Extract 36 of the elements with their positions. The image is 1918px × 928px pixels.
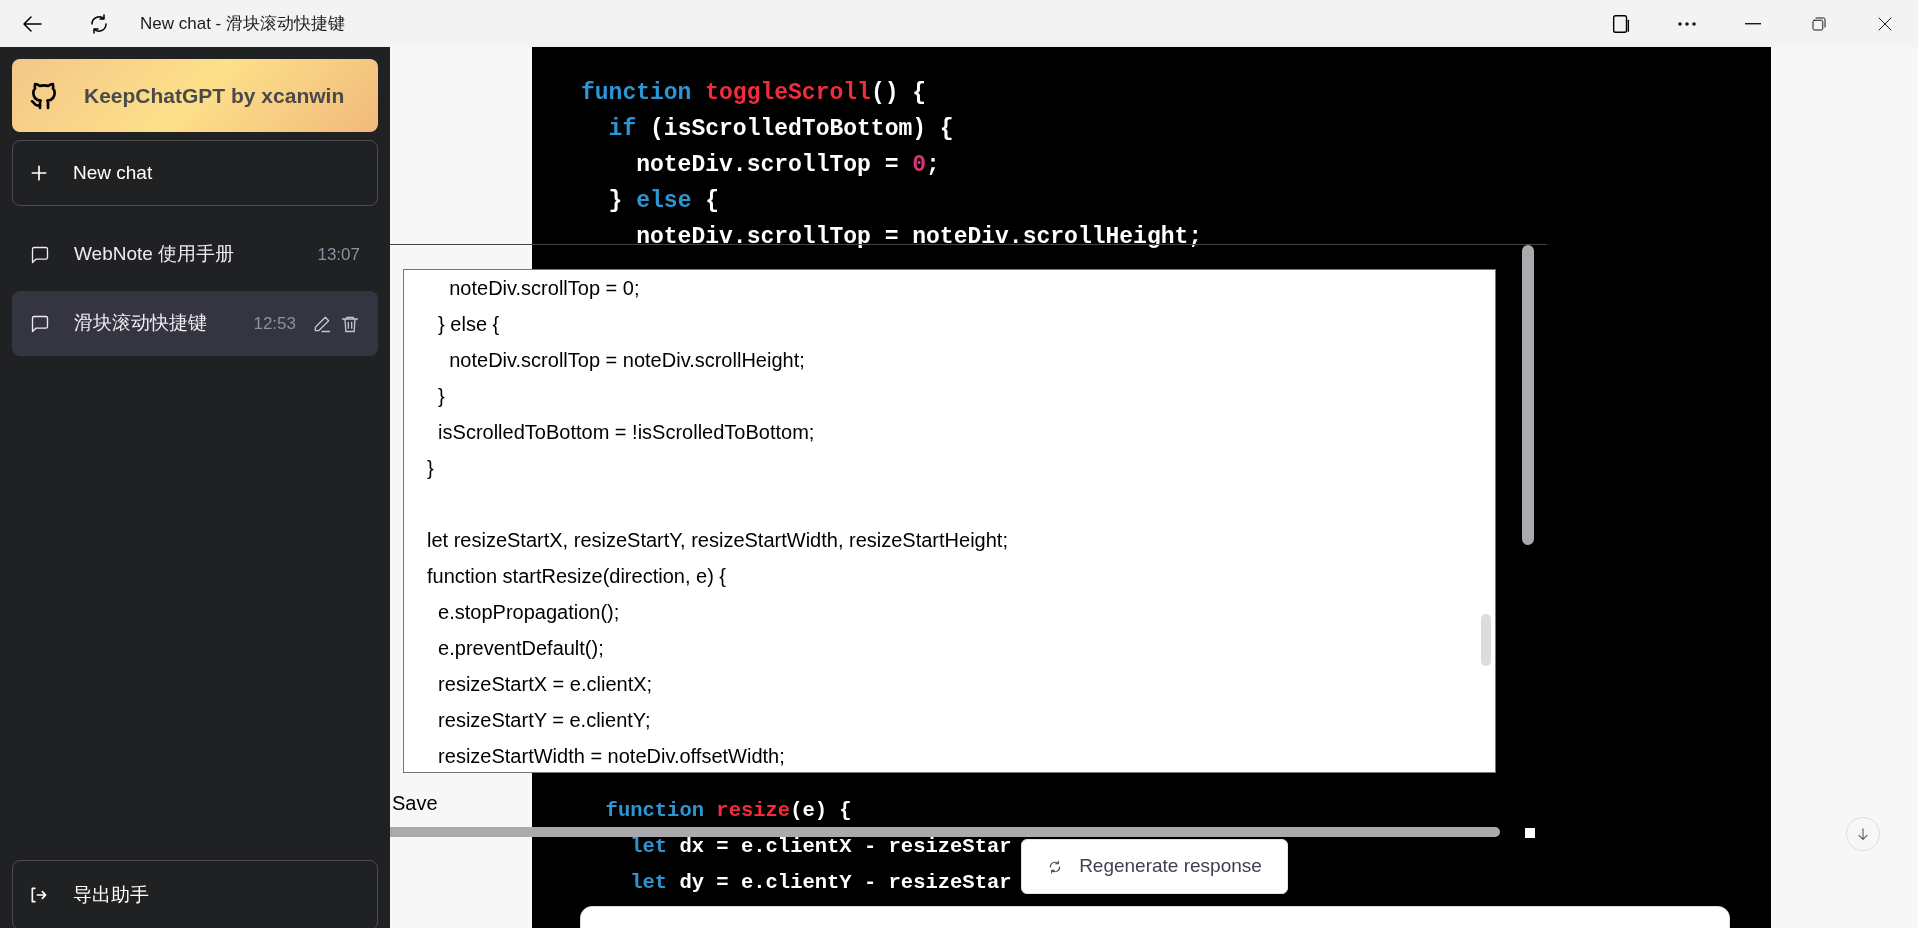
chat-time: 13:07 xyxy=(317,243,360,266)
minimize-icon xyxy=(1745,22,1761,25)
window-title: New chat - 滑块滚动快捷键 xyxy=(140,12,346,35)
scrollbar-thumb[interactable] xyxy=(1522,245,1534,545)
more-icon xyxy=(1678,21,1696,26)
chat-title: WebNote 使用手册 xyxy=(74,242,235,267)
code-line: } else { xyxy=(607,187,721,216)
code-line: noteDiv.scrollTop = 0; xyxy=(635,151,941,180)
regenerate-button[interactable]: Regenerate response xyxy=(1021,839,1288,894)
code-line: function toggleScroll() { xyxy=(581,79,928,108)
save-button[interactable]: Save xyxy=(392,788,438,818)
chat-bubble-icon xyxy=(30,313,50,334)
code-line: noteDiv.scrollTop = noteDiv.scrollHeight; xyxy=(635,223,1204,252)
brand-button[interactable]: KeepChatGPT by xcanwin xyxy=(12,59,378,132)
code-line: let dx = e.clientX - resizeStar xyxy=(629,834,1012,860)
trash-icon xyxy=(340,314,360,335)
note-field[interactable]: noteDiv.scrollTop = 0; } else { noteDiv.scrollTop = noteDiv.scrollHeight; } isScrolledToBottom = !isScrolledToBottom; } let resizeStartX, resizeStartY, resizeStartWidth, resizeStartHeight; function startResize(direction, e) { e.stopPropagation(); e.preventDefault(); resizeStartX = e.clientX; resizeStartY = e.clientY; resizeStartWidth = noteDiv.offsetWidth; xyxy=(403,269,1496,773)
resize-handle[interactable] xyxy=(1525,828,1535,838)
code-line: function resize(e) { xyxy=(604,798,853,824)
scrollbar-thumb[interactable] xyxy=(390,827,1500,837)
pencil-icon xyxy=(312,314,332,335)
chat-bubble-icon xyxy=(30,244,50,265)
reader-icon xyxy=(1610,12,1632,35)
restore-icon xyxy=(1810,14,1828,33)
arrow-down-icon xyxy=(1855,826,1871,842)
scrollbar-thumb[interactable] xyxy=(1481,614,1491,666)
code-line: if (isScrolledToBottom) { xyxy=(607,115,955,144)
chat-item[interactable]: 滑块滚动快捷键 12:53 xyxy=(12,291,378,356)
plus-icon xyxy=(29,163,49,183)
logout-icon xyxy=(29,885,49,905)
chat-item[interactable]: WebNote 使用手册 13:07 xyxy=(12,222,378,287)
code-line: let dy = e.clientY - resizeStar xyxy=(629,870,1012,896)
new-chat-button[interactable]: New chat xyxy=(12,140,378,206)
chat-title: 滑块滚动快捷键 xyxy=(74,311,207,336)
chat-time: 12:53 xyxy=(253,312,296,335)
scroll-down-button[interactable] xyxy=(1846,817,1880,851)
